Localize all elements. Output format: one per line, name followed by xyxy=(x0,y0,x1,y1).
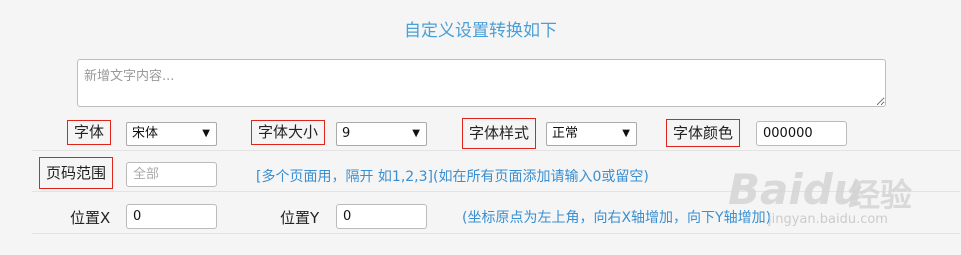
position-x-label: 位置X xyxy=(70,209,111,227)
chevron-down-icon: ▼ xyxy=(202,128,210,139)
page-range-hint: [多个页面用，隔开 如1,2,3](如在所有页面添加请输入0或留空) xyxy=(256,169,649,185)
font-size-label: 字体大小 xyxy=(251,120,326,145)
section-title: 自定义设置转换如下 xyxy=(404,21,557,41)
page-range-input[interactable] xyxy=(126,162,217,187)
font-style-select-value: 正常 xyxy=(552,126,579,141)
watermark-brand-cn: 经验 xyxy=(848,176,913,214)
font-size-select[interactable]: 9 ▼ xyxy=(336,122,427,146)
font-select[interactable]: 宋体 ▼ xyxy=(126,122,217,146)
content-textarea[interactable] xyxy=(77,59,886,107)
position-y-label: 位置Y xyxy=(280,209,320,227)
watermark-brand: Baidu xyxy=(728,165,863,214)
position-hint: (坐标原点为左上角，向右X轴增加，向下Y轴增加) xyxy=(462,210,772,226)
baidu-watermark: Baidu 经验 jingyan.baidu.com xyxy=(728,150,958,240)
font-style-select[interactable]: 正常 ▼ xyxy=(546,122,637,146)
page-range-label: 页码范围 xyxy=(39,157,114,189)
position-y-input[interactable] xyxy=(336,204,427,229)
font-select-value: 宋体 xyxy=(132,126,159,141)
font-size-select-value: 9 xyxy=(342,126,351,141)
font-style-label: 字体样式 xyxy=(462,118,537,149)
watermark-url: jingyan.baidu.com xyxy=(768,212,888,227)
chevron-down-icon: ▼ xyxy=(622,128,630,139)
position-x-input[interactable] xyxy=(126,204,217,229)
font-color-input[interactable] xyxy=(756,121,847,146)
settings-panel: 自定义设置转换如下 字体 宋体 ▼ 字体大小 9 ▼ 字体样式 正常 ▼ 字体颜… xyxy=(0,0,961,255)
font-color-label: 字体颜色 xyxy=(666,119,741,147)
chevron-down-icon: ▼ xyxy=(412,128,420,139)
font-label: 字体 xyxy=(67,120,112,145)
